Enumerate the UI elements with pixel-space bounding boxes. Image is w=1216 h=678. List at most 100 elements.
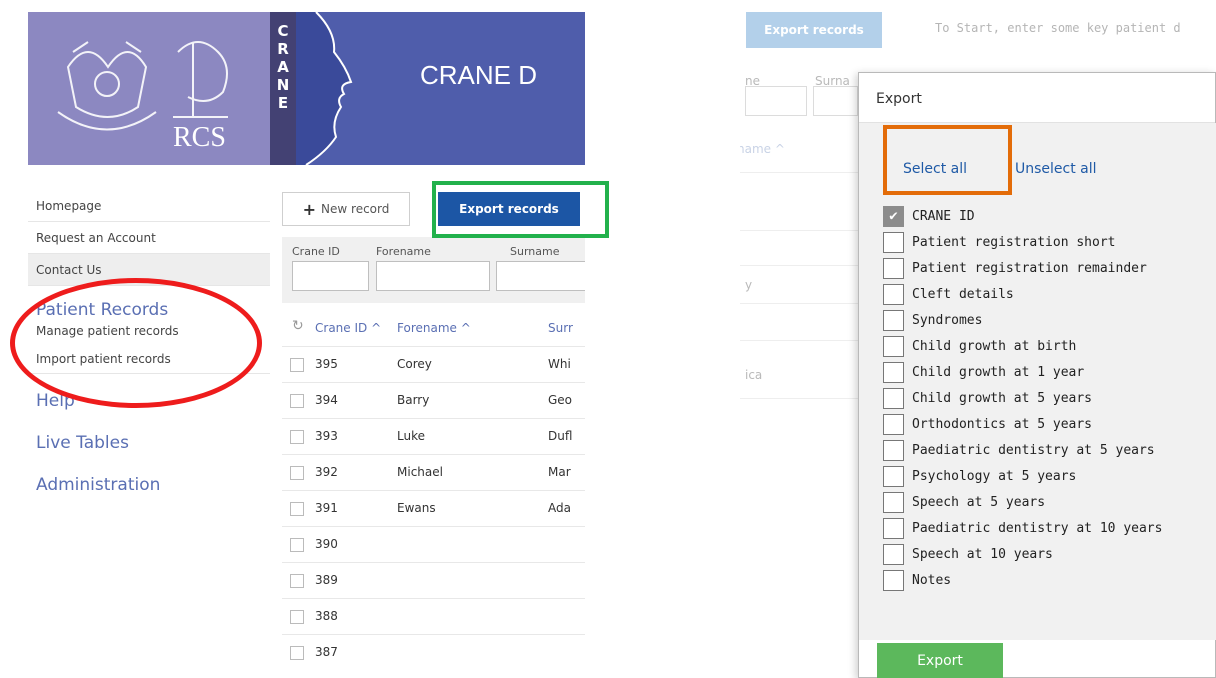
- cell-forename: Ewans: [397, 501, 436, 515]
- cell-crane-id: 388: [315, 609, 338, 623]
- table-row[interactable]: 387: [282, 634, 585, 670]
- refresh-icon[interactable]: ↻: [292, 318, 304, 334]
- checkbox[interactable]: [883, 231, 904, 253]
- cell-crane-id: 390: [315, 537, 338, 551]
- checkbox[interactable]: [883, 361, 904, 383]
- export-option[interactable]: Speech at 5 years: [883, 489, 1045, 515]
- table-row[interactable]: 388: [282, 598, 585, 634]
- row-checkbox[interactable]: [290, 430, 304, 444]
- cell-crane-id: 387: [315, 645, 338, 659]
- export-option[interactable]: Paediatric dentistry at 10 years: [883, 515, 1162, 541]
- export-option[interactable]: Syndromes: [883, 307, 982, 333]
- cell-surname: Whi: [548, 357, 571, 371]
- export-option[interactable]: Orthodontics at 5 years: [883, 411, 1092, 437]
- filter-input-forename[interactable]: [376, 261, 490, 291]
- row-checkbox[interactable]: [290, 574, 304, 588]
- column-header-surname[interactable]: Surr: [548, 321, 573, 335]
- export-option-label: Patient registration short: [912, 234, 1116, 250]
- row-checkbox[interactable]: [290, 358, 304, 372]
- export-option-label: Notes: [912, 572, 952, 588]
- cell-crane-id: 392: [315, 465, 338, 479]
- table-row[interactable]: 394 Barry Geo: [282, 382, 585, 418]
- row-checkbox[interactable]: [290, 610, 304, 624]
- cell-forename: Corey: [397, 357, 432, 371]
- export-option[interactable]: Child growth at 1 year: [883, 359, 1084, 385]
- export-option[interactable]: Cleft details: [883, 281, 1014, 307]
- cell-crane-id: 391: [315, 501, 338, 515]
- table-row[interactable]: 392 Michael Mar: [282, 454, 585, 490]
- sidebar-item-homepage[interactable]: Homepage: [28, 190, 270, 222]
- export-option-label: Speech at 5 years: [912, 494, 1046, 510]
- table-row[interactable]: 391 Ewans Ada: [282, 490, 585, 526]
- sidebar-item-request-account[interactable]: Request an Account: [28, 222, 270, 254]
- rcs-logo-panel: RCS: [28, 12, 270, 165]
- checkbox[interactable]: [883, 491, 904, 513]
- export-option[interactable]: ✔ CRANE ID: [883, 203, 975, 229]
- sidebar-item-live-tables[interactable]: Live Tables: [28, 422, 270, 464]
- checkbox[interactable]: [883, 309, 904, 331]
- filter-input-surname[interactable]: [496, 261, 585, 291]
- filter-label-crane-id: Crane ID: [292, 245, 340, 258]
- export-button[interactable]: Export: [877, 643, 1003, 678]
- red-highlight-ellipse: [10, 278, 262, 408]
- filter-label-forename: Forename: [376, 245, 431, 258]
- new-record-button[interactable]: + New record: [282, 192, 410, 226]
- row-checkbox[interactable]: [290, 502, 304, 516]
- export-option-label: Child growth at 1 year: [912, 364, 1085, 380]
- export-records-button-bg[interactable]: Export records: [746, 12, 882, 48]
- bg-filter-input-2: [813, 86, 858, 116]
- table-row[interactable]: 389: [282, 562, 585, 598]
- table-row[interactable]: 393 Luke Dufl: [282, 418, 585, 454]
- export-option[interactable]: Notes: [883, 567, 951, 593]
- export-option[interactable]: Patient registration short: [883, 229, 1116, 255]
- checkbox[interactable]: [883, 439, 904, 461]
- table-row[interactable]: 395 Corey Whi: [282, 346, 585, 382]
- checkbox[interactable]: [883, 413, 904, 435]
- checkbox[interactable]: [883, 257, 904, 279]
- checked-checkbox[interactable]: ✔: [883, 205, 904, 227]
- checkbox[interactable]: [883, 283, 904, 305]
- export-option-label: Orthodontics at 5 years: [912, 416, 1093, 432]
- records-table-header: ↻ Crane ID ^ Forename ^ Surr: [282, 312, 585, 346]
- export-option[interactable]: Child growth at 5 years: [883, 385, 1092, 411]
- plus-icon: +: [302, 199, 317, 219]
- filter-bar: Crane ID Forename Surname: [282, 237, 585, 303]
- bg-row-divider: [740, 172, 858, 173]
- cell-crane-id: 389: [315, 573, 338, 587]
- export-option[interactable]: Paediatric dentistry at 5 years: [883, 437, 1155, 463]
- checkbox[interactable]: [883, 543, 904, 565]
- checkbox[interactable]: [883, 387, 904, 409]
- row-checkbox[interactable]: [290, 538, 304, 552]
- row-checkbox[interactable]: [290, 466, 304, 480]
- checkbox[interactable]: [883, 517, 904, 539]
- table-row[interactable]: 390: [282, 526, 585, 562]
- cell-crane-id: 393: [315, 429, 338, 443]
- checkbox[interactable]: [883, 335, 904, 357]
- export-option[interactable]: Child growth at birth: [883, 333, 1076, 359]
- column-header-forename[interactable]: Forename ^: [397, 321, 471, 335]
- bg-filter-input-1: [745, 86, 807, 116]
- new-record-label: New record: [321, 202, 390, 216]
- sidebar-item-administration[interactable]: Administration: [28, 464, 270, 506]
- export-option[interactable]: Psychology at 5 years: [883, 463, 1076, 489]
- banner-title: CRANE D: [420, 60, 538, 90]
- export-option-label: CRANE ID: [912, 208, 975, 224]
- export-option[interactable]: Speech at 10 years: [883, 541, 1053, 567]
- checkbox[interactable]: [883, 465, 904, 487]
- unselect-all-link[interactable]: Unselect all: [1015, 161, 1097, 177]
- filter-label-surname: Surname: [510, 245, 560, 258]
- export-option[interactable]: Patient registration remainder: [883, 255, 1147, 281]
- column-header-crane-id[interactable]: Crane ID ^: [315, 321, 381, 335]
- crane-letter: C: [277, 22, 289, 40]
- checkbox[interactable]: [883, 569, 904, 591]
- crane-letter: N: [276, 76, 290, 94]
- cell-forename: Luke: [397, 429, 425, 443]
- bg-column-header: name ^: [740, 142, 785, 156]
- row-checkbox[interactable]: [290, 646, 304, 660]
- export-option-label: Patient registration remainder: [912, 260, 1147, 276]
- crane-letter: A: [277, 58, 289, 76]
- cell-surname: Geo: [548, 393, 573, 407]
- filter-input-crane-id[interactable]: [292, 261, 369, 291]
- row-checkbox[interactable]: [290, 394, 304, 408]
- cell-crane-id: 394: [315, 393, 338, 407]
